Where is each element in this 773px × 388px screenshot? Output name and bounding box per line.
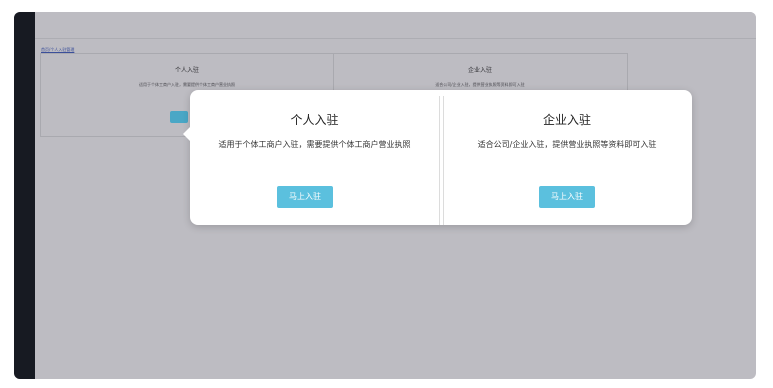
- enterprise-join-title: 企业入驻: [542, 113, 591, 127]
- personal-join-button[interactable]: 马上入驻: [277, 186, 333, 208]
- enterprise-join-description: 适合公司/企业入驻，提供营业执照等资料即可入驻: [477, 140, 657, 149]
- background-personal-button[interactable]: [170, 111, 188, 123]
- personal-join-description: 适用于个体工商户入驻，需要提供个体工商户营业执照: [218, 140, 411, 149]
- top-bar: [35, 12, 756, 39]
- popover-arrow: [183, 127, 190, 141]
- personal-join-title: 个人入驻: [290, 113, 339, 127]
- personal-join-option: 个人入驻 适用于个体工商户入驻，需要提供个体工商户营业执照 马上入驻: [190, 90, 439, 225]
- background-personal-title: 个人入驻: [174, 67, 199, 74]
- background-personal-description: 适用于个体工商户入驻，需要提供个体工商户营业执照: [139, 82, 235, 87]
- background-enterprise-title: 企业入驻: [467, 67, 492, 74]
- sidebar: [14, 12, 35, 379]
- background-enterprise-description: 适合公司/企业入驻，提供营业执照等资料即可入驻: [435, 82, 525, 87]
- enterprise-join-button[interactable]: 马上入驻: [539, 186, 595, 208]
- join-type-popover: 个人入驻 适用于个体工商户入驻，需要提供个体工商户营业执照 马上入驻 企业入驻 …: [183, 90, 692, 225]
- enterprise-join-option: 企业入驻 适合公司/企业入驻，提供营业执照等资料即可入驻 马上入驻: [442, 90, 692, 225]
